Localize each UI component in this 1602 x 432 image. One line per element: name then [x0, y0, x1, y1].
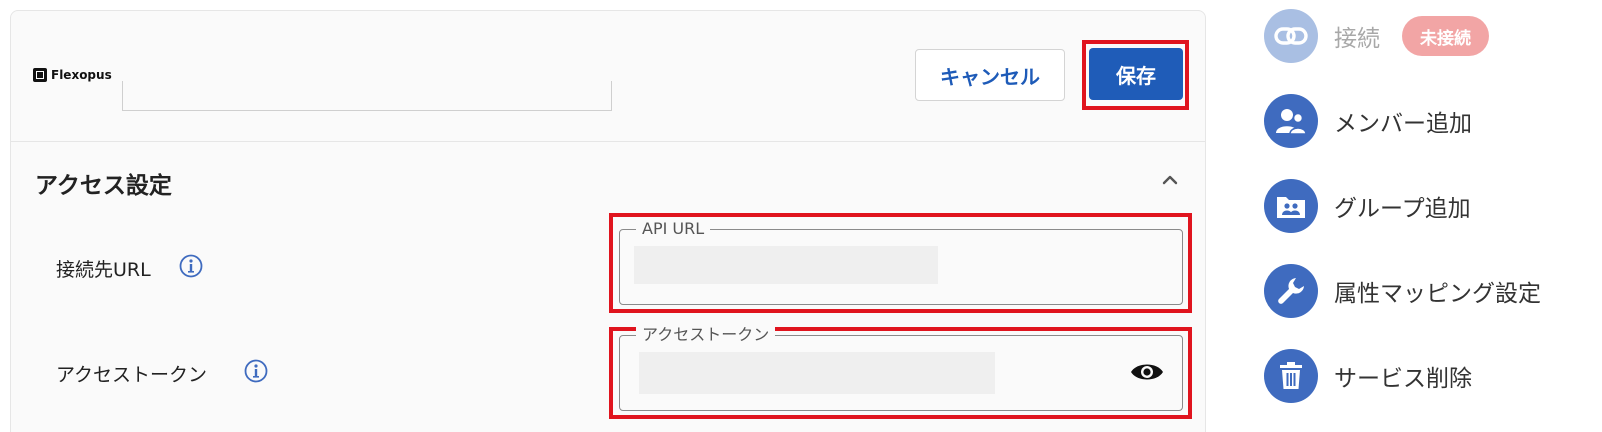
info-icon[interactable] [244, 359, 268, 383]
brand-logo: Flexopus [33, 68, 112, 82]
menu-label-attribute-mapping: 属性マッピング設定 [1334, 281, 1541, 307]
info-icon[interactable] [179, 254, 203, 278]
menu-item-attribute-mapping[interactable]: 属性マッピング設定 [1264, 264, 1541, 318]
status-badge: 未接続 [1402, 16, 1489, 56]
cancel-button[interactable]: キャンセル [915, 49, 1065, 101]
api-url-label: 接続先URL [56, 259, 151, 281]
menu-item-add-group[interactable]: グループ追加 [1264, 179, 1471, 233]
access-token-legend: アクセストークン [636, 325, 776, 345]
flexopus-logo-icon [33, 68, 47, 82]
folder-group-icon [1264, 179, 1318, 233]
section-title: アクセス設定 [35, 173, 172, 199]
access-token-label: アクセストークン [56, 364, 208, 386]
menu-item-delete-service[interactable]: サービス削除 [1264, 349, 1472, 403]
users-icon [1264, 94, 1318, 148]
menu-label-add-member: メンバー追加 [1334, 111, 1472, 137]
api-url-input[interactable]: API URL [619, 219, 1183, 305]
menu-label-connect: 接続 [1334, 26, 1380, 52]
settings-card: Flexopus キャンセル 保存 アクセス設定 接続先URL API URL … [10, 10, 1206, 432]
header-input[interactable] [122, 81, 612, 111]
menu-item-add-member[interactable]: メンバー追加 [1264, 94, 1472, 148]
chevron-up-icon[interactable] [1161, 171, 1179, 189]
access-token-input[interactable]: アクセストークン [619, 325, 1183, 411]
access-token-value [639, 352, 995, 394]
brand-name: Flexopus [51, 68, 112, 82]
trash-icon [1264, 349, 1318, 403]
menu-label-delete-service: サービス削除 [1334, 366, 1472, 392]
eye-icon[interactable] [1130, 360, 1164, 384]
api-url-value [634, 246, 938, 284]
card-header: Flexopus キャンセル 保存 [11, 11, 1205, 142]
wrench-icon [1264, 264, 1318, 318]
page-root: Flexopus キャンセル 保存 アクセス設定 接続先URL API URL … [0, 0, 1602, 432]
menu-label-add-group: グループ追加 [1334, 196, 1471, 222]
link-icon [1264, 9, 1318, 63]
save-button[interactable]: 保存 [1089, 48, 1183, 100]
menu-item-connect[interactable]: 接続 未接続 [1264, 9, 1489, 63]
api-url-legend: API URL [636, 219, 711, 239]
